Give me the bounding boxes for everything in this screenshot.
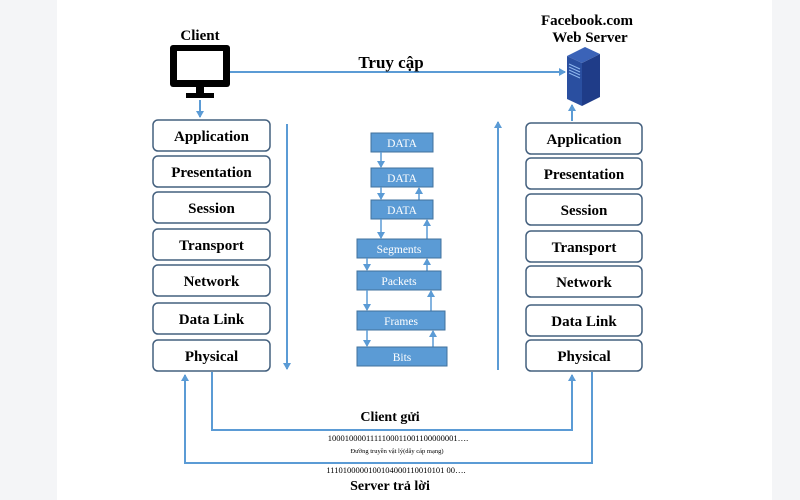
- layer-label: Network: [184, 274, 240, 290]
- layer-label: Presentation: [171, 165, 252, 181]
- layer-label: Session: [561, 203, 608, 219]
- server-layer-data-link: Data Link: [525, 304, 643, 337]
- pdu-packets-box: Packets: [356, 270, 442, 291]
- pdu-data-box: DATA: [370, 132, 434, 153]
- layer-label: Transport: [179, 238, 244, 254]
- client-layer-network: Network: [152, 264, 271, 297]
- layer-label: Data Link: [179, 312, 245, 328]
- osi-diagram: Client Facebook.com Web Server Truy cập …: [152, 13, 643, 494]
- server-layer-physical: Physical: [525, 339, 643, 372]
- pdu-label: Frames: [384, 316, 418, 328]
- server-layer-application: Application: [525, 122, 643, 155]
- server-layer-transport: Transport: [525, 230, 643, 263]
- pdu-label: Packets: [381, 276, 417, 288]
- client-layer-application: Application: [152, 119, 271, 152]
- client-layer-transport: Transport: [152, 228, 271, 261]
- layer-label: Application: [174, 129, 250, 145]
- pdu-label: DATA: [387, 173, 417, 185]
- client-bits: 1000100001111100011001100000001….: [328, 433, 468, 443]
- pdu-label: Bits: [393, 352, 412, 364]
- access-label: Truy cập: [358, 53, 423, 72]
- pdu-label: Segments: [377, 244, 422, 256]
- layer-label: Session: [188, 201, 235, 217]
- server-layer-network: Network: [525, 265, 643, 298]
- pdu-label: DATA: [387, 138, 417, 150]
- medium-label: Đường truyền vật lý(dây cáp mạng): [350, 448, 443, 455]
- server-label-2: Web Server: [552, 30, 628, 46]
- client-label: Client: [180, 28, 219, 44]
- pdu-data-box: DATA: [370, 167, 434, 188]
- pdu-data-box: DATA: [370, 199, 434, 220]
- layer-label: Physical: [557, 349, 610, 365]
- client-layer-session: Session: [152, 191, 271, 224]
- pdu-frames-box: Frames: [356, 310, 446, 331]
- server-reply-label: Server trả lời: [350, 479, 430, 494]
- server-bits: 1110100000100104000110010101 00….: [326, 465, 465, 475]
- layer-label: Network: [556, 275, 612, 291]
- layer-label: Transport: [552, 240, 617, 256]
- server-label-1: Facebook.com: [541, 13, 634, 29]
- layer-label: Physical: [185, 349, 238, 365]
- pdu-segments-box: Segments: [356, 238, 442, 259]
- layer-label: Data Link: [551, 314, 617, 330]
- pdu-bits-box: Bits: [356, 346, 448, 367]
- client-layer-physical: Physical: [152, 339, 271, 372]
- layer-label: Presentation: [544, 167, 625, 183]
- server-layer-session: Session: [525, 193, 643, 226]
- client-layer-data-link: Data Link: [152, 302, 271, 335]
- pdu-label: DATA: [387, 205, 417, 217]
- client-layer-presentation: Presentation: [152, 155, 271, 188]
- layer-label: Application: [546, 132, 622, 148]
- client-send-label: Client gửi: [360, 410, 419, 425]
- monitor-icon: [170, 45, 230, 98]
- server-layer-presentation: Presentation: [525, 157, 643, 190]
- server-icon: [567, 47, 600, 106]
